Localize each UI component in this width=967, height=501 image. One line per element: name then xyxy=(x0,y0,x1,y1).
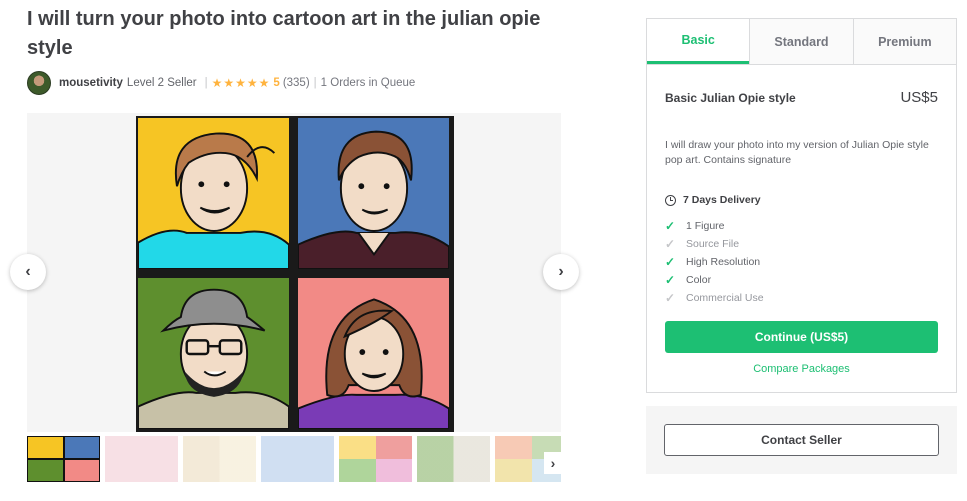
chevron-left-icon: ‹ xyxy=(25,263,31,280)
portrait-panel xyxy=(136,276,291,431)
portrait-panel xyxy=(296,276,451,431)
feature-label: High Resolution xyxy=(686,256,761,268)
compare-packages-link[interactable]: Compare Packages xyxy=(647,363,956,375)
feature-item: ✓ High Resolution xyxy=(665,253,764,271)
gallery-next-button[interactable]: › xyxy=(543,254,579,290)
feature-item: ✓ Source File xyxy=(665,235,764,253)
seller-overview: mousetivity Level 2 Seller | ★★★★★ 5 (33… xyxy=(27,71,415,95)
package-name: Basic Julian Opie style xyxy=(665,90,796,105)
delivery-time: 7 Days Delivery xyxy=(665,194,761,206)
check-icon: ✓ xyxy=(665,273,676,287)
tab-basic[interactable]: Basic xyxy=(647,19,750,64)
package-header: Basic Julian Opie style US$5 xyxy=(665,89,938,106)
portrait-panel xyxy=(136,116,291,271)
continue-button[interactable]: Continue (US$5) xyxy=(665,321,938,353)
feature-item: ✓ Color xyxy=(665,271,764,289)
orders-in-queue: 1 Orders in Queue xyxy=(320,77,416,89)
seller-level: Level 2 Seller xyxy=(126,77,197,89)
gallery-thumbnail[interactable] xyxy=(261,436,334,482)
gallery-main-image xyxy=(136,116,454,432)
star-rating-icon: ★★★★★ xyxy=(211,76,271,90)
gallery-thumbnail[interactable] xyxy=(183,436,256,482)
check-icon: ✓ xyxy=(665,237,676,251)
package-tabs: Basic Standard Premium xyxy=(647,19,956,65)
review-count[interactable]: (335) xyxy=(283,77,310,89)
feature-label: 1 Figure xyxy=(686,220,725,232)
rating-score: 5 xyxy=(273,77,280,89)
separator: | xyxy=(313,77,317,89)
gig-gallery[interactable] xyxy=(27,113,561,432)
check-icon: ✓ xyxy=(665,219,676,233)
chevron-right-icon: › xyxy=(550,455,556,471)
tab-premium[interactable]: Premium xyxy=(852,19,956,64)
package-card: Basic Standard Premium Basic Julian Opie… xyxy=(646,18,957,393)
tab-standard[interactable]: Standard xyxy=(749,19,853,64)
check-icon: ✓ xyxy=(665,255,676,269)
separator: | xyxy=(204,77,208,89)
gallery-thumbnail[interactable] xyxy=(27,436,100,482)
feature-label: Color xyxy=(686,274,712,286)
delivery-label: 7 Days Delivery xyxy=(683,194,761,206)
package-price: US$5 xyxy=(900,89,938,106)
feature-label: Commercial Use xyxy=(686,292,764,304)
gallery-thumbnail[interactable] xyxy=(105,436,178,482)
seller-name[interactable]: mousetivity xyxy=(59,77,123,89)
gallery-thumbnail[interactable] xyxy=(339,436,412,482)
package-description: I will draw your photo into my version o… xyxy=(665,139,929,166)
contact-seller-box: Contact Seller xyxy=(646,406,957,474)
gallery-thumbnail[interactable] xyxy=(417,436,490,482)
chevron-right-icon: › xyxy=(558,263,564,280)
seller-avatar[interactable] xyxy=(27,71,51,95)
thumbnails-next-button[interactable]: › xyxy=(544,452,562,474)
gallery-thumbnails xyxy=(27,436,561,482)
check-icon: ✓ xyxy=(665,291,676,305)
contact-seller-button[interactable]: Contact Seller xyxy=(664,424,939,456)
portrait-panel xyxy=(296,116,451,271)
feature-label: Source File xyxy=(686,238,740,250)
feature-item: ✓ Commercial Use xyxy=(665,289,764,307)
feature-list: ✓ 1 Figure ✓ Source File ✓ High Resoluti… xyxy=(665,217,764,307)
gig-title: I will turn your photo into cartoon art … xyxy=(27,8,541,59)
clock-icon xyxy=(665,194,676,206)
gallery-prev-button[interactable]: ‹ xyxy=(10,254,46,290)
feature-item: ✓ 1 Figure xyxy=(665,217,764,235)
